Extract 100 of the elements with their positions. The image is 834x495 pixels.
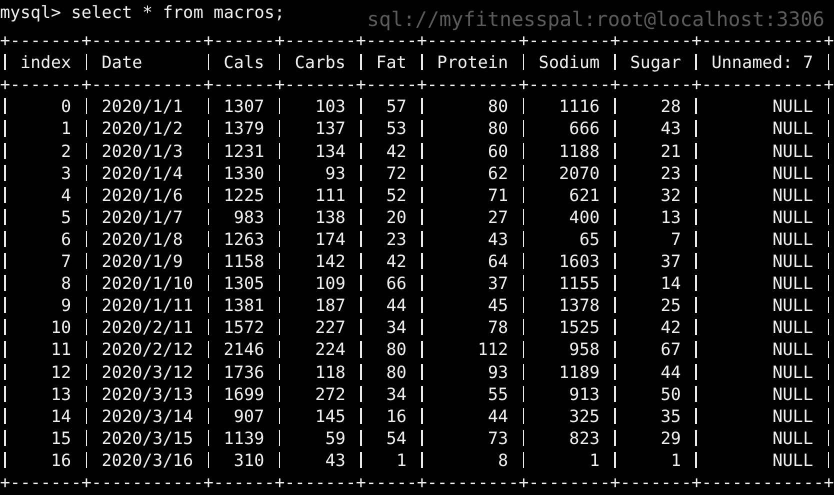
table-cell: 11 xyxy=(50,339,72,360)
table-cell: 42 xyxy=(660,317,681,338)
table-cell: 103 xyxy=(315,96,346,116)
table-cell: NULL xyxy=(772,384,814,404)
table-cell: 1379 xyxy=(224,118,264,138)
table-cell: 53 xyxy=(386,118,407,138)
table-cell: 118 xyxy=(315,362,346,382)
table-cell: 29 xyxy=(660,428,681,448)
table-border: +-------+-----------+------+-------+-----+---------+--------+-------+------------+ xyxy=(0,74,834,94)
table-cell: 60 xyxy=(488,140,508,161)
table-cell: 142 xyxy=(315,251,346,272)
table-cell: 7 xyxy=(670,228,681,249)
table-cell: 42 xyxy=(386,251,407,272)
table-cell: 65 xyxy=(579,228,600,249)
table-cell: 9 xyxy=(60,295,72,316)
table-cell: 80 xyxy=(488,96,508,116)
table-cell: 1 xyxy=(590,450,600,470)
table-cell: 187 xyxy=(315,295,346,316)
table-cell: 272 xyxy=(315,384,346,404)
table-cell: 16 xyxy=(386,406,407,426)
table-cell: 14 xyxy=(660,273,681,294)
table-cell: NULL xyxy=(772,273,814,294)
table-cell: 1381 xyxy=(224,295,264,316)
table-cell: 2020/1/7 xyxy=(102,206,183,227)
table-cell: 2020/3/12 xyxy=(102,362,194,382)
table-cell: 227 xyxy=(315,317,346,338)
table-cell: NULL xyxy=(772,450,814,470)
table-cell: 25 xyxy=(660,295,681,316)
table-cell: NULL xyxy=(772,339,814,360)
table-cell: NULL xyxy=(772,206,814,227)
table-cell: 2020/3/14 xyxy=(102,406,194,426)
table-cell: 621 xyxy=(569,184,600,205)
table-cell: 27 xyxy=(488,206,508,227)
table-cell: 64 xyxy=(488,251,508,272)
table-cell: 55 xyxy=(488,384,508,404)
table-cell: 44 xyxy=(488,406,508,426)
table-cell: 93 xyxy=(488,362,508,382)
table-cell: 73 xyxy=(488,428,508,448)
column-header: Cals xyxy=(224,52,264,72)
table-cell: 45 xyxy=(488,295,508,316)
table-cell: 3 xyxy=(60,162,72,183)
command-text: select * from macros; xyxy=(71,1,285,24)
table-cell: 1189 xyxy=(558,362,600,382)
table-cell: 37 xyxy=(488,273,508,294)
table-cell: 43 xyxy=(488,228,508,249)
table-cell: 6 xyxy=(60,228,72,249)
table-cell: 43 xyxy=(660,118,681,138)
table-cell: 2020/1/8 xyxy=(102,228,183,249)
table-cell: 1225 xyxy=(224,184,264,205)
table-cell: 71 xyxy=(488,184,508,205)
table-cell: 78 xyxy=(488,317,508,338)
table-cell: 1699 xyxy=(224,384,264,404)
table-cell: 57 xyxy=(386,96,407,116)
table-cell: 111 xyxy=(315,184,346,205)
table-cell: 54 xyxy=(386,428,407,448)
table-cell: NULL xyxy=(772,96,814,116)
table-cell: 2020/1/9 xyxy=(102,251,183,272)
table-cell: 174 xyxy=(315,228,346,249)
table-cell: 23 xyxy=(386,228,407,249)
table-cell: 52 xyxy=(386,184,407,205)
table-cell: 823 xyxy=(569,428,600,448)
table-cell: 21 xyxy=(660,140,681,161)
table-cell: 2020/1/4 xyxy=(102,162,183,183)
table-cell: 2020/1/1 xyxy=(102,96,183,116)
table-cell: 913 xyxy=(569,384,600,404)
table-cell: 23 xyxy=(660,162,681,183)
table-cell: 145 xyxy=(315,406,346,426)
table-cell: 42 xyxy=(386,140,407,161)
table-cell: 34 xyxy=(386,384,407,404)
table-cell: 1263 xyxy=(224,228,264,249)
table-cell: 2020/1/10 xyxy=(102,273,194,294)
table-cell: 62 xyxy=(488,162,508,183)
table-cell: 37 xyxy=(660,251,681,272)
column-header: Sugar xyxy=(630,52,681,72)
table-cell: 2020/3/13 xyxy=(102,384,194,404)
table-cell: 16 xyxy=(50,450,72,470)
table-cell: 8 xyxy=(60,273,72,294)
table-cell: 1525 xyxy=(558,317,600,338)
table-cell: 983 xyxy=(234,206,264,227)
table-cell: NULL xyxy=(772,428,814,448)
table-border: +-------+-----------+------+-------+-----+---------+--------+-------+------------+ xyxy=(0,472,834,492)
table-cell: 28 xyxy=(660,96,681,116)
table-cell: 1155 xyxy=(558,273,600,294)
table-cell: 2020/3/15 xyxy=(102,428,194,448)
table-cell: 43 xyxy=(325,450,346,470)
table-cell: 72 xyxy=(386,162,407,183)
column-header: Protein xyxy=(437,52,508,72)
table-cell: 1188 xyxy=(558,140,600,161)
table-cell: NULL xyxy=(772,228,814,249)
table-cell: 44 xyxy=(386,295,407,316)
table-cell: 1 xyxy=(60,118,72,138)
table-cell: 138 xyxy=(315,206,346,227)
table-cell: 4 xyxy=(60,184,72,205)
table-cell: 1307 xyxy=(224,96,264,116)
table-cell: 1378 xyxy=(558,295,600,316)
table-cell: 67 xyxy=(660,339,681,360)
table-cell: NULL xyxy=(772,140,814,161)
table-cell: 32 xyxy=(660,184,681,205)
table-cell: NULL xyxy=(772,362,814,382)
table-cell: 109 xyxy=(315,273,346,294)
